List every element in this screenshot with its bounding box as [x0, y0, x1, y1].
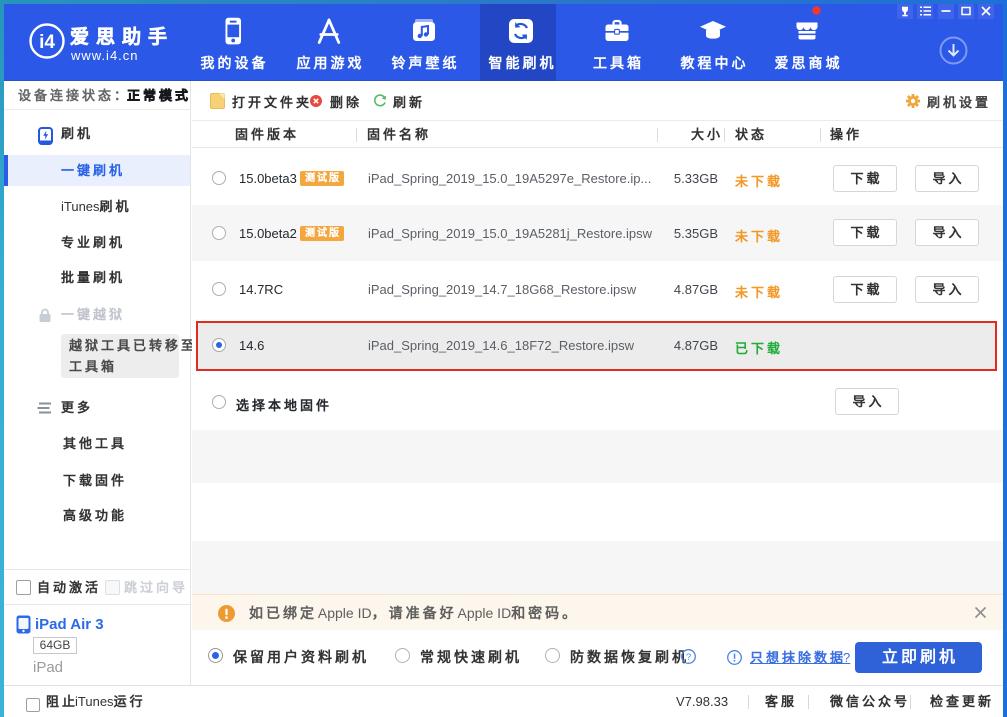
svg-text:i4: i4 — [39, 32, 55, 53]
svg-text:?: ? — [686, 652, 691, 663]
